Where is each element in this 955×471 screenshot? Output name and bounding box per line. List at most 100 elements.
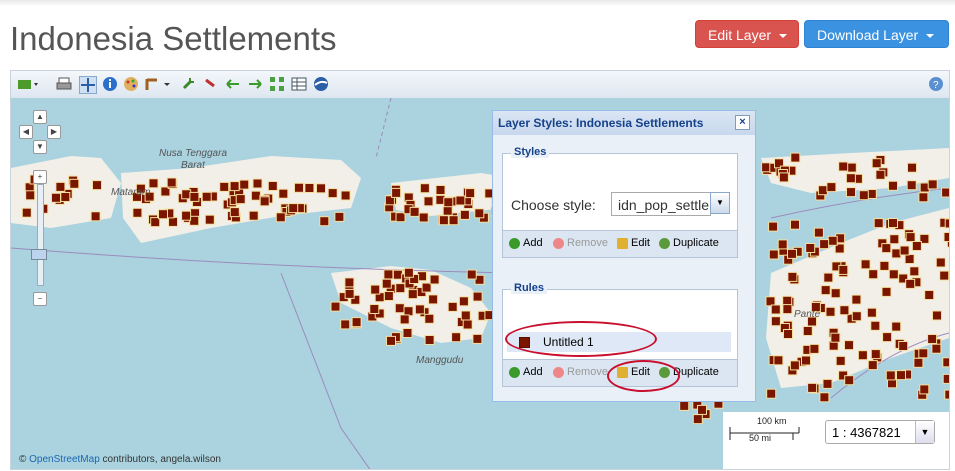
settlement-marker: [782, 295, 793, 306]
map-place-label: Nusa Tenggara: [159, 148, 228, 159]
settlement-marker: [443, 197, 454, 208]
back-arrow-icon[interactable]: [225, 76, 241, 92]
styles-remove-button[interactable]: Remove: [553, 237, 608, 249]
settlement-marker: [189, 191, 200, 202]
styles-actions: Add Remove Edit Duplicate: [503, 230, 737, 257]
forward-arrow-icon[interactable]: [247, 76, 263, 92]
styles-add-button[interactable]: Add: [509, 237, 543, 249]
settlement-marker: [394, 303, 405, 314]
scale-select[interactable]: 1 : 4367821 ▼: [825, 420, 935, 444]
styles-edit-button[interactable]: Edit: [617, 237, 650, 249]
settlement-marker: [778, 172, 789, 183]
settlement-marker: [819, 239, 830, 250]
settlement-marker: [927, 179, 938, 190]
rules-add-button[interactable]: Add: [509, 366, 543, 378]
chevron-down-icon[interactable]: ▼: [710, 192, 730, 214]
settlement-marker: [782, 304, 793, 315]
settlement-marker: [344, 277, 355, 288]
settlement-marker: [340, 190, 351, 201]
settlement-marker: [391, 187, 402, 198]
table-icon[interactable]: [291, 76, 307, 92]
settlement-marker: [259, 196, 270, 207]
zoom-slider-track[interactable]: [37, 184, 44, 286]
rules-remove-button[interactable]: Remove: [553, 366, 608, 378]
measure-icon[interactable]: [145, 76, 171, 92]
edit-layer-label: Edit Layer: [708, 27, 772, 43]
style-palette-icon[interactable]: [123, 76, 139, 92]
zoom-slider-handle[interactable]: [31, 249, 47, 260]
settlement-marker: [344, 288, 355, 299]
settlement-marker: [941, 187, 949, 198]
settlement-marker: [267, 181, 278, 191]
settlement-marker: [25, 190, 36, 201]
settlement-marker: [783, 329, 793, 339]
pan-right-icon[interactable]: ▶: [47, 125, 61, 139]
pan-icon[interactable]: [79, 76, 97, 94]
scale-km-label: 100 km: [757, 416, 787, 426]
copyright-symbol: ©: [19, 454, 27, 465]
google-earth-icon[interactable]: [313, 76, 329, 92]
edit-layer-button[interactable]: Edit Layer: [695, 20, 799, 48]
settlement-marker: [904, 254, 915, 264]
settlement-marker: [773, 355, 784, 366]
zoom-out-icon[interactable]: [203, 76, 219, 92]
layer-switcher-icon[interactable]: [17, 76, 39, 92]
settlement-marker: [403, 306, 414, 317]
styles-duplicate-button[interactable]: Duplicate: [659, 237, 719, 249]
settlement-marker: [392, 269, 403, 280]
settlement-marker: [438, 215, 449, 226]
info-icon[interactable]: [102, 76, 118, 92]
settlement-marker: [370, 284, 381, 295]
settlement-marker: [21, 207, 32, 218]
zoom-in-icon[interactable]: [181, 76, 197, 92]
help-icon[interactable]: ?: [928, 76, 944, 92]
settlement-marker: [424, 313, 435, 324]
settlement-marker: [860, 259, 871, 270]
settlement-marker: [51, 192, 61, 203]
settlement-marker: [229, 181, 240, 192]
settlement-marker: [770, 316, 781, 327]
settlement-marker: [369, 304, 380, 314]
style-select[interactable]: idn_pop_settle: [611, 192, 711, 216]
download-layer-button[interactable]: Download Layer: [804, 20, 949, 48]
settlement-marker: [787, 248, 797, 259]
pan-left-icon[interactable]: ◀: [19, 125, 33, 139]
settlement-marker: [447, 301, 458, 312]
settlement-marker: [789, 360, 800, 371]
map-place-label: Manggudu: [416, 355, 464, 366]
map-viewer: ? ▲ ◀ ▶ ▼ + − Nusa Tenggara Barat Manggudu…: [10, 70, 950, 470]
settlement-marker: [899, 245, 910, 256]
zoom-minus-icon[interactable]: −: [33, 292, 47, 306]
settlement-marker: [460, 310, 471, 321]
settlement-marker: [442, 205, 453, 216]
settlement-marker: [383, 269, 394, 280]
settlement-marker: [275, 212, 286, 223]
settlement-marker: [90, 211, 101, 222]
settlement-marker: [857, 350, 868, 361]
close-icon[interactable]: ×: [735, 115, 750, 130]
zoom-extent-icon[interactable]: [269, 76, 285, 92]
settlement-marker: [801, 355, 811, 366]
top-strip: [0, 0, 955, 6]
rules-legend: Rules: [511, 282, 547, 294]
settlement-marker: [330, 301, 341, 312]
settlement-marker: [239, 179, 250, 190]
print-icon[interactable]: [56, 76, 72, 92]
settlement-marker: [679, 400, 690, 411]
settlement-marker: [462, 319, 473, 330]
pan-down-icon[interactable]: ▼: [33, 140, 47, 154]
pan-up-icon[interactable]: ▲: [33, 110, 47, 124]
settlement-marker: [805, 243, 816, 253]
add-icon: [509, 366, 520, 378]
highlight-rule-annotation: [505, 321, 657, 357]
zoom-plus-icon[interactable]: +: [33, 170, 47, 184]
settlement-marker: [316, 183, 326, 194]
settlement-marker: [319, 216, 330, 227]
osm-link[interactable]: OpenStreetMap: [29, 454, 100, 465]
settlement-marker: [817, 185, 828, 196]
settlement-marker: [219, 181, 230, 192]
settlement-marker: [913, 357, 924, 368]
settlement-marker: [229, 207, 240, 218]
settlement-marker: [909, 266, 920, 277]
settlement-marker: [906, 180, 917, 191]
